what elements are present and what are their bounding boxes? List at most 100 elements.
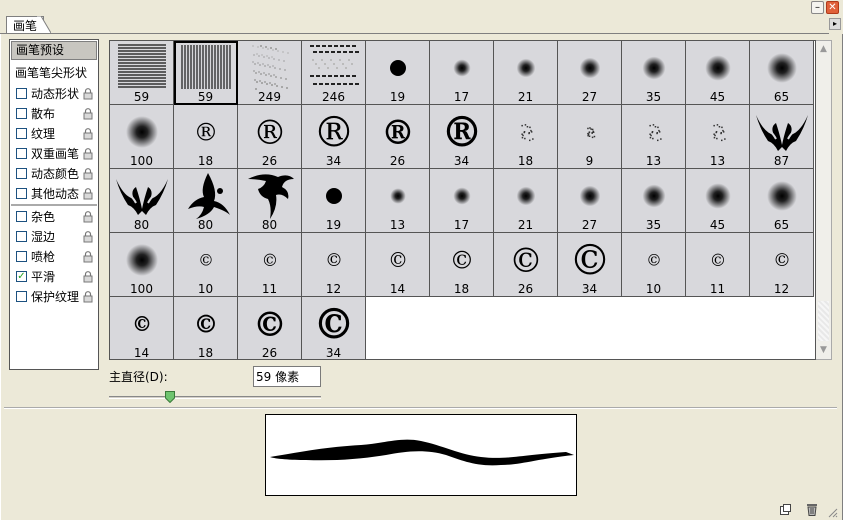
brush-preset-speckle[interactable]: 249 <box>238 41 302 105</box>
brush-preset-soft[interactable]: 17 <box>430 169 494 233</box>
brush-preset-hard[interactable]: 19 <box>366 41 430 105</box>
brush-preset-copyright[interactable]: © 18 <box>430 233 494 297</box>
brush-preset-copyright-bold[interactable]: © 26 <box>238 297 302 359</box>
brush-preset-registered[interactable]: ® 26 <box>238 105 302 169</box>
option-checkbox[interactable] <box>16 188 27 199</box>
brush-preset-copyright[interactable]: © 12 <box>302 233 366 297</box>
option-checkbox[interactable] <box>16 88 27 99</box>
option-checkbox[interactable] <box>16 168 27 179</box>
option-checkbox[interactable]: ✓ <box>16 271 27 282</box>
vertical-scrollbar[interactable]: ▲ ▼ <box>816 40 832 360</box>
brush-preset-registered[interactable]: ® 18 <box>174 105 238 169</box>
option-checkbox[interactable] <box>16 128 27 139</box>
brush-preset-soft[interactable]: 21 <box>494 169 558 233</box>
brush-preset-soft[interactable]: 65 <box>750 41 814 105</box>
brush-preset-soft[interactable]: 45 <box>686 169 750 233</box>
sidebar-item-option[interactable]: 杂色 <box>11 207 97 227</box>
brush-preset-copyright[interactable]: © 12 <box>750 233 814 297</box>
master-diameter-input[interactable] <box>253 366 321 387</box>
lock-icon[interactable] <box>83 231 93 243</box>
brush-preset-registered[interactable]: ® 34 <box>302 105 366 169</box>
option-checkbox[interactable] <box>16 148 27 159</box>
sidebar-item-option[interactable]: 喷枪 <box>11 247 97 267</box>
scroll-down-arrow-icon[interactable]: ▼ <box>817 343 830 358</box>
brush-preset-soft[interactable]: 100 <box>110 233 174 297</box>
brush-size-label: 19 <box>389 90 406 104</box>
brush-preset-soft[interactable]: 35 <box>622 169 686 233</box>
option-checkbox[interactable] <box>16 251 27 262</box>
lock-icon[interactable] <box>83 88 93 100</box>
brush-preset-tribal-bat[interactable]: 87 <box>750 105 814 169</box>
lock-icon[interactable] <box>83 148 93 160</box>
sidebar-item-brush-presets[interactable]: 画笔预设 <box>11 41 97 60</box>
sidebar-item-brush-tip-shape[interactable]: 画笔笔尖形状 <box>11 64 97 82</box>
brush-preset-soft[interactable]: 27 <box>558 41 622 105</box>
brush-preset-registered-bold[interactable]: ® 26 <box>366 105 430 169</box>
lock-icon[interactable] <box>83 168 93 180</box>
lock-icon[interactable] <box>83 251 93 263</box>
brush-preset-copyright[interactable]: © 26 <box>494 233 558 297</box>
brush-preset-soft[interactable]: 21 <box>494 41 558 105</box>
sidebar-item-option[interactable]: 保护纹理 <box>11 287 97 307</box>
option-checkbox[interactable] <box>16 231 27 242</box>
brush-preset-tribal-bat[interactable]: 80 <box>110 169 174 233</box>
sidebar-item-option[interactable]: 纹理 <box>11 124 97 144</box>
brush-preset-soft[interactable]: 65 <box>750 169 814 233</box>
new-brush-icon[interactable] <box>780 504 791 515</box>
scroll-up-arrow-icon[interactable]: ▲ <box>817 42 830 57</box>
brush-tip-thumbnail: ® <box>313 108 355 157</box>
brush-preset-vlines[interactable]: 59 <box>174 41 238 105</box>
brush-preset-scatter[interactable]: 13 <box>622 105 686 169</box>
brush-preset-copyright[interactable]: © 14 <box>366 233 430 297</box>
brush-preset-soft[interactable]: 35 <box>622 41 686 105</box>
sidebar-item-option[interactable]: 动态形状 <box>11 84 97 104</box>
brush-preset-copyright[interactable]: © 34 <box>558 233 622 297</box>
brush-preset-scatter[interactable]: 13 <box>686 105 750 169</box>
brush-preset-copyright[interactable]: © 10 <box>174 233 238 297</box>
option-checkbox[interactable] <box>16 108 27 119</box>
brush-size-label: 45 <box>709 90 726 104</box>
brush-preset-registered-bold[interactable]: ® 34 <box>430 105 494 169</box>
brush-preset-soft[interactable]: 17 <box>430 41 494 105</box>
brush-preset-copyright-bold[interactable]: © 18 <box>174 297 238 359</box>
option-checkbox[interactable] <box>16 291 27 302</box>
brush-preset-copyright-bold[interactable]: © 34 <box>302 297 366 359</box>
brush-preset-scatter[interactable]: 9 <box>558 105 622 169</box>
option-checkbox[interactable] <box>16 211 27 222</box>
brush-preset-copyright[interactable]: © 10 <box>622 233 686 297</box>
brush-preset-dashes[interactable]: 246 <box>302 41 366 105</box>
sidebar-item-option[interactable]: 湿边 <box>11 227 97 247</box>
minimize-button[interactable]: – <box>811 1 824 14</box>
lock-icon[interactable] <box>83 211 93 223</box>
diameter-slider-track[interactable] <box>109 396 321 399</box>
trash-icon[interactable] <box>806 503 818 516</box>
lock-icon[interactable] <box>83 128 93 140</box>
brush-preset-soft[interactable]: 45 <box>686 41 750 105</box>
panel-menu-button[interactable]: ▸ <box>829 18 841 30</box>
brush-preset-copyright[interactable]: © 11 <box>238 233 302 297</box>
brush-preset-soft[interactable]: 27 <box>558 169 622 233</box>
brush-preset-soft[interactable]: 100 <box>110 105 174 169</box>
scrollbar-track[interactable] <box>818 301 829 341</box>
brush-preset-hard[interactable]: 19 <box>302 169 366 233</box>
brush-preset-tribal-flame[interactable]: 80 <box>238 169 302 233</box>
brush-preset-copyright-bold[interactable]: © 14 <box>110 297 174 359</box>
sidebar-item-option[interactable]: 双重画笔 <box>11 144 97 164</box>
sidebar-item-option[interactable]: 动态颜色 <box>11 164 97 184</box>
brush-preset-copyright[interactable]: © 11 <box>686 233 750 297</box>
brush-preset-hlines[interactable]: 59 <box>110 41 174 105</box>
lock-icon[interactable] <box>83 271 93 283</box>
lock-icon[interactable] <box>83 188 93 200</box>
close-button[interactable]: ✕ <box>826 1 839 14</box>
brush-preset-tribal-swirl[interactable]: 80 <box>174 169 238 233</box>
brush-preset-soft[interactable]: 13 <box>366 169 430 233</box>
brush-tip-thumbnail <box>188 173 230 219</box>
diameter-slider-thumb[interactable] <box>165 391 175 403</box>
resize-grip-icon[interactable] <box>826 506 838 518</box>
lock-icon[interactable] <box>83 291 93 303</box>
sidebar-item-option[interactable]: 其他动态 <box>11 184 97 204</box>
lock-icon[interactable] <box>83 108 93 120</box>
sidebar-item-option[interactable]: ✓ 平滑 <box>11 267 97 287</box>
sidebar-item-option[interactable]: 散布 <box>11 104 97 124</box>
brush-preset-scatter[interactable]: 18 <box>494 105 558 169</box>
